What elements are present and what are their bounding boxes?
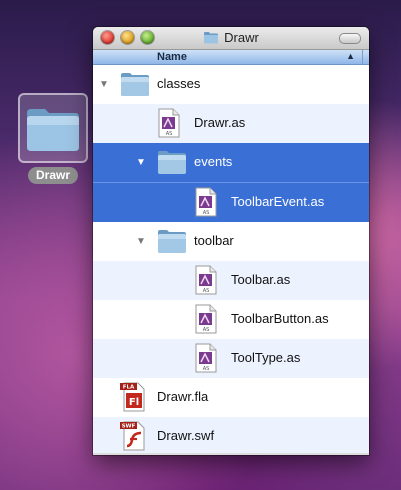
actionscript-file-icon: AS [193,265,221,295]
column-header-name[interactable]: Name ▲ [93,50,369,65]
file-row[interactable]: SWF Drawr.swf [93,417,369,455]
finder-window: Drawr Name ▲ ▼ classes AS Drawr.as ▼ even… [93,27,369,455]
desktop-folder-label: Drawr [27,167,78,184]
item-name: ToolbarButton.as [231,311,329,326]
item-name: ToolType.as [231,350,301,365]
folder-row[interactable]: ▼ events [93,143,369,182]
svg-text:AS: AS [203,210,210,216]
column-divider [362,50,363,64]
actionscript-file-icon: AS [193,343,221,373]
item-name: Drawr.as [194,115,246,130]
folder-icon [27,109,79,151]
file-row[interactable]: AS ToolbarEvent.as [93,182,369,222]
folder-row[interactable]: ▼ classes [93,65,369,104]
actionscript-file-icon: AS [193,304,221,334]
file-row[interactable]: AS ToolType.as [93,339,369,378]
file-row[interactable]: FLA Fl Drawr.fla [93,378,369,417]
item-name: Drawr.fla [157,389,209,404]
folder-icon [119,70,149,99]
item-name: Drawr.swf [157,428,215,443]
folder-icon [204,32,219,44]
actionscript-file-icon: AS [193,187,221,217]
item-name: events [194,154,233,169]
item-name: Toolbar.as [231,272,291,287]
disclosure-expanded-icon[interactable]: ▼ [135,157,147,168]
folder-icon [156,148,186,177]
toolbar-toggle-button[interactable] [339,33,361,44]
svg-text:AS: AS [203,327,210,333]
sort-ascending-icon: ▲ [346,51,355,61]
disclosure-expanded-icon[interactable]: ▼ [98,79,110,90]
column-header-label: Name [157,51,187,63]
folder-icon [156,227,186,256]
window-title: Drawr [93,30,369,45]
desktop-folder-selection [18,93,88,163]
svg-text:FLA: FLA [123,385,135,391]
file-row[interactable]: AS Toolbar.as [93,261,369,300]
folder-row[interactable]: ▼ toolbar [93,222,369,261]
svg-text:AS: AS [203,288,210,294]
window-bottom-edge [93,453,369,455]
item-name: toolbar [194,233,234,248]
title-bar[interactable]: Drawr [93,27,369,50]
svg-text:AS: AS [203,366,210,372]
file-row[interactable]: AS Drawr.as [93,104,369,143]
flash-fla-file-icon: FLA Fl [119,382,147,412]
disclosure-expanded-icon[interactable]: ▼ [135,236,147,247]
actionscript-file-icon: AS [156,108,184,138]
window-title-text: Drawr [224,30,259,45]
item-name: ToolbarEvent.as [231,194,325,209]
desktop-folder-drawr[interactable]: Drawr [18,93,88,184]
flash-swf-file-icon: SWF [119,421,147,451]
file-list: ▼ classes AS Drawr.as ▼ events AS Toolbar… [93,65,369,455]
file-row[interactable]: AS ToolbarButton.as [93,300,369,339]
svg-text:AS: AS [166,131,173,137]
item-name: classes [157,76,201,91]
svg-text:SWF: SWF [122,424,136,430]
svg-text:Fl: Fl [129,397,139,408]
